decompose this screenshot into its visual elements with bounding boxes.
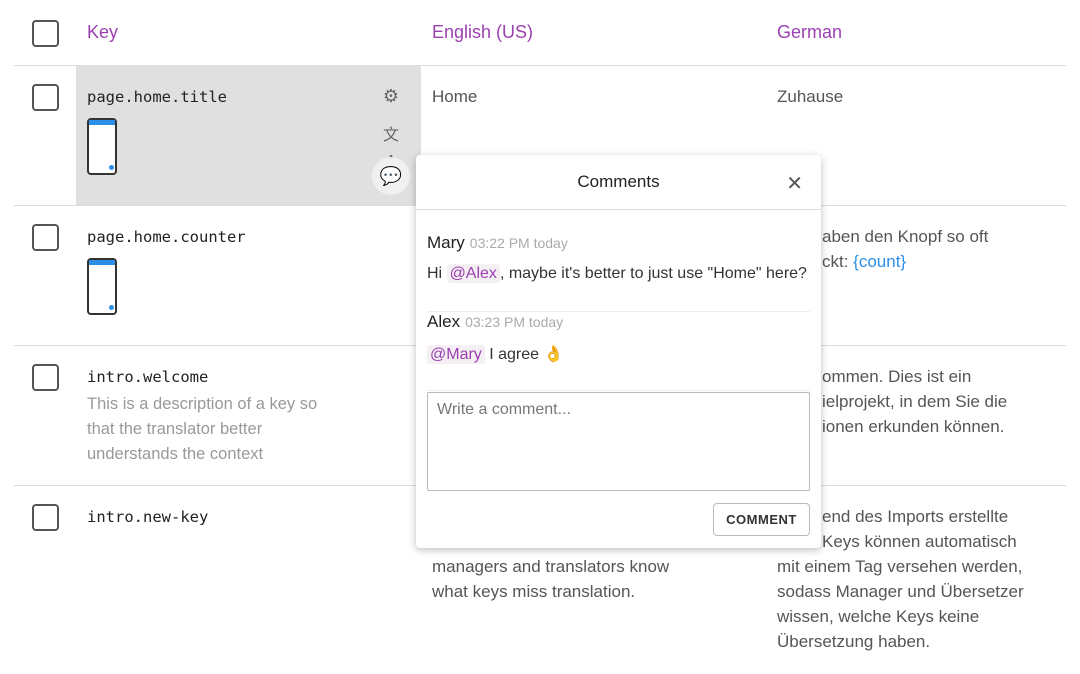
key-name: intro.new-key xyxy=(87,508,209,526)
text-line: managers and translators know xyxy=(432,557,670,576)
column-header-german[interactable]: German xyxy=(777,22,842,43)
text-line: wissen, welche Keys keine xyxy=(777,607,980,626)
close-icon[interactable]: ✕ xyxy=(786,171,803,196)
comment-author: Alex xyxy=(427,312,461,331)
comment-submit-button[interactable]: COMMENT xyxy=(713,503,810,536)
english-translation[interactable]: Home xyxy=(432,84,477,109)
text-line: sodass Manager und Übersetzer xyxy=(777,582,1024,601)
row-checkbox[interactable] xyxy=(32,504,59,531)
text-line: ckt: {count} xyxy=(822,249,988,274)
comment-time: 03:22 PM today xyxy=(469,235,568,251)
table-header: Key English (US) German xyxy=(14,0,1066,66)
placeholder-variable: {count} xyxy=(853,252,907,271)
row-checkbox[interactable] xyxy=(32,364,59,391)
key-description: This is a description of a key so that t… xyxy=(87,395,318,463)
key-cell[interactable]: intro.new-key xyxy=(76,486,421,625)
text-fragment: Hi xyxy=(427,265,447,282)
text-line: mit einem Tag versehen werden, xyxy=(777,557,1023,576)
text-fragment: I agree 👌 xyxy=(484,346,564,363)
popup-title: Comments xyxy=(416,155,821,210)
comment-icon[interactable]: 💬 xyxy=(372,157,410,195)
comment-author: Mary xyxy=(427,233,465,252)
row-checkbox[interactable] xyxy=(32,84,59,111)
user-mention[interactable]: @Mary xyxy=(427,345,485,364)
comment-text: @Mary I agree 👌 xyxy=(427,344,810,364)
text-fragment: ckt: xyxy=(822,252,854,271)
select-all-checkbox[interactable] xyxy=(32,20,59,47)
text-line: ielprojekt, in dem Sie die xyxy=(822,392,1008,411)
key-cell[interactable]: page.home.counter xyxy=(76,206,421,345)
comment-time: 03:23 PM today xyxy=(465,314,564,330)
column-header-key[interactable]: Key xyxy=(87,22,118,43)
text-line: ionen erkunden können. xyxy=(822,417,1005,436)
german-translation[interactable]: Zuhause xyxy=(777,84,843,109)
row-checkbox[interactable] xyxy=(32,224,59,251)
text-line: ommen. Dies ist ein xyxy=(822,367,972,386)
key-name: page.home.title xyxy=(87,88,227,106)
gear-icon[interactable]: ⚙ xyxy=(378,83,404,109)
key-name: intro.welcome xyxy=(87,368,209,386)
text-line: what keys miss translation. xyxy=(432,582,636,601)
key-name: page.home.counter xyxy=(87,228,246,246)
key-cell[interactable]: intro.welcome This is a description of a… xyxy=(76,346,421,485)
text-line: aben den Knopf so oft xyxy=(822,227,989,246)
translate-icon[interactable]: 文A xyxy=(378,123,404,170)
comment: Mary 03:22 PM today Hi @Alex, maybe it's … xyxy=(427,233,810,312)
screenshot-thumbnail[interactable] xyxy=(87,258,117,315)
german-translation[interactable]: aben den Knopf so oft ckt: {count} xyxy=(822,224,988,274)
comment: Alex 03:23 PM today @Mary I agree 👌 xyxy=(427,312,810,391)
user-mention[interactable]: @Alex xyxy=(446,264,500,283)
english-translation[interactable]: managers and translators know what keys … xyxy=(432,554,669,604)
text-fragment: , maybe it's better to just use "Home" h… xyxy=(499,265,807,282)
text-line: Übersetzung haben. xyxy=(777,632,931,651)
column-header-english[interactable]: English (US) xyxy=(432,22,533,43)
comment-input[interactable] xyxy=(427,392,810,491)
key-cell[interactable]: page.home.title ⚙ 文A 💬 xyxy=(76,66,421,205)
german-translation[interactable]: ommen. Dies ist ein ielprojekt, in dem S… xyxy=(822,364,1007,439)
comments-popup: Comments ✕ Mary 03:22 PM today Hi @Alex, … xyxy=(416,155,821,548)
comment-text: Hi @Alex, maybe it's better to just use … xyxy=(427,264,810,283)
screenshot-thumbnail[interactable] xyxy=(87,118,117,175)
